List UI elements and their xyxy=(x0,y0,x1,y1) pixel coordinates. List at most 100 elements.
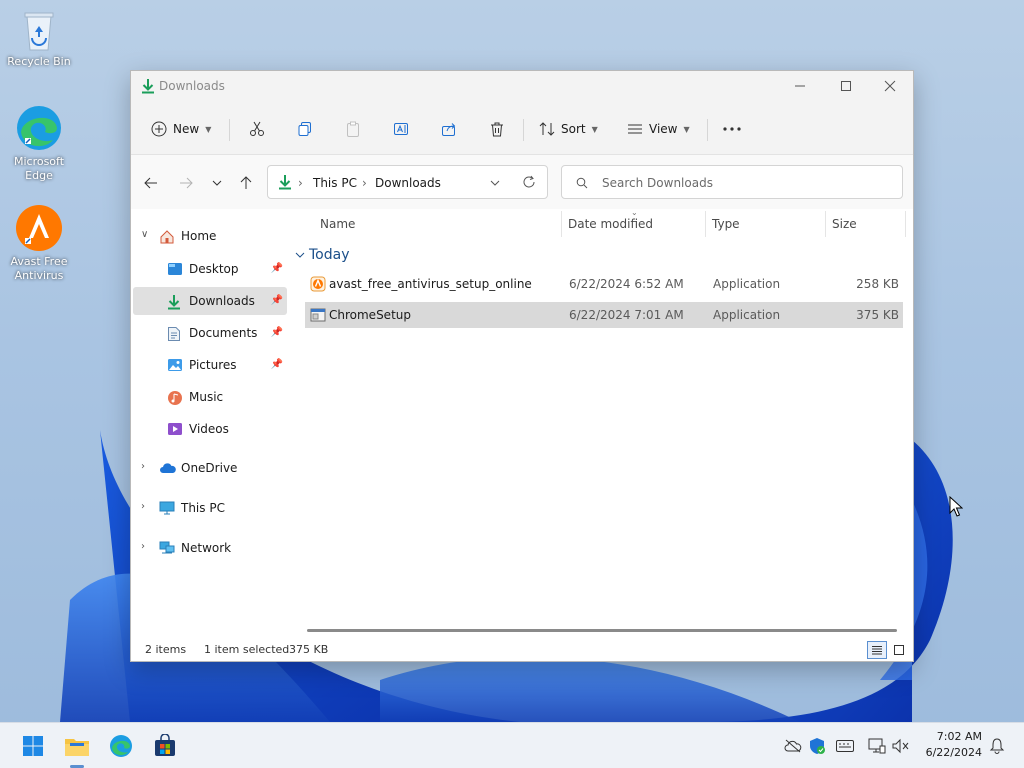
nav-network[interactable]: › Network xyxy=(133,535,287,563)
toolbar-divider xyxy=(523,119,524,141)
tray-volume-muted[interactable] xyxy=(892,737,910,755)
desktop-icon-microsoft-edge[interactable]: Microsoft Edge xyxy=(4,104,74,183)
taskbar-file-explorer[interactable] xyxy=(64,733,90,759)
nav-videos[interactable]: Videos xyxy=(133,415,287,443)
chevron-down-icon[interactable] xyxy=(490,178,500,188)
pin-icon[interactable]: 📌 xyxy=(271,359,283,370)
search-box[interactable]: Search Downloads xyxy=(561,165,903,199)
new-button[interactable]: New ▼ xyxy=(145,115,217,143)
copy-button[interactable] xyxy=(291,115,319,143)
tray-security[interactable] xyxy=(808,737,826,755)
column-divider[interactable] xyxy=(825,211,826,237)
view-list-icon xyxy=(628,124,642,134)
download-icon xyxy=(168,295,180,310)
group-header-today[interactable]: Today xyxy=(295,247,350,263)
forward-button[interactable] xyxy=(174,171,198,195)
column-header-date[interactable]: Date modified xyxy=(568,217,653,231)
sort-indicator-icon: ⌄ xyxy=(631,208,638,217)
minimize-button[interactable] xyxy=(777,71,823,101)
close-button[interactable] xyxy=(867,71,913,101)
clipboard-icon xyxy=(347,121,359,137)
nav-desktop[interactable]: Desktop 📌 xyxy=(133,255,287,283)
cut-button[interactable] xyxy=(243,115,271,143)
download-icon xyxy=(142,79,154,94)
file-type: Application xyxy=(713,308,781,322)
column-header-size[interactable]: Size xyxy=(832,217,857,231)
file-row[interactable]: avast_free_antivirus_setup_online 6/22/2… xyxy=(305,271,903,297)
desktop-icon-recycle-bin[interactable]: Recycle Bin xyxy=(4,8,74,69)
search-input[interactable]: Search Downloads xyxy=(602,176,713,190)
file-row[interactable]: ChromeSetup 6/22/2024 7:01 AM Applicatio… xyxy=(305,302,903,328)
nav-downloads[interactable]: Downloads 📌 xyxy=(133,287,287,315)
title-bar[interactable]: Downloads xyxy=(131,71,913,103)
tray-keyboard[interactable] xyxy=(836,737,854,755)
mouse-cursor-icon xyxy=(949,496,963,517)
music-icon xyxy=(168,391,182,405)
nav-label: Home xyxy=(181,229,217,243)
notification-button[interactable] xyxy=(988,737,1006,755)
more-dots-icon xyxy=(723,127,741,131)
arrow-up-icon xyxy=(240,176,252,189)
chevron-down-icon xyxy=(295,252,305,258)
chevron-right-icon[interactable]: › xyxy=(141,541,145,552)
nav-home[interactable]: ∨ Home xyxy=(133,223,287,251)
breadcrumb-this-pc[interactable]: This PC xyxy=(313,176,357,190)
column-divider[interactable] xyxy=(561,211,562,237)
chevron-right-icon[interactable]: › xyxy=(141,461,145,472)
paste-button[interactable] xyxy=(339,115,367,143)
column-header-name[interactable]: Name xyxy=(320,217,355,231)
pin-icon[interactable]: 📌 xyxy=(271,263,283,274)
nav-documents[interactable]: Documents 📌 xyxy=(133,319,287,347)
nav-label: Downloads xyxy=(189,294,255,308)
column-header-type[interactable]: Type xyxy=(712,217,740,231)
maximize-button[interactable] xyxy=(823,71,869,101)
group-label: Today xyxy=(309,247,350,263)
window-title: Downloads xyxy=(159,79,225,93)
address-input[interactable]: › This PC › Downloads xyxy=(267,165,548,199)
file-name: ChromeSetup xyxy=(329,308,411,322)
cloud-icon xyxy=(160,463,176,473)
nav-this-pc[interactable]: › This PC xyxy=(133,495,287,523)
details-view-button[interactable] xyxy=(867,641,887,659)
back-button[interactable] xyxy=(139,171,163,195)
tray-network[interactable] xyxy=(868,737,886,755)
nav-onedrive[interactable]: › OneDrive xyxy=(133,455,287,483)
sort-button[interactable]: Sort ▼ xyxy=(533,115,604,143)
nav-pictures[interactable]: Pictures 📌 xyxy=(133,351,287,379)
recent-locations-button[interactable] xyxy=(205,171,229,195)
horizontal-scrollbar[interactable] xyxy=(307,629,897,632)
delete-button[interactable] xyxy=(483,115,511,143)
tray-onedrive-offline[interactable] xyxy=(784,737,802,755)
taskbar-store[interactable] xyxy=(152,733,178,759)
download-icon xyxy=(279,175,291,190)
chevron-right-icon[interactable]: › xyxy=(141,501,145,512)
pin-icon[interactable]: 📌 xyxy=(271,327,283,338)
up-button[interactable] xyxy=(234,171,258,195)
share-button[interactable] xyxy=(435,115,463,143)
edge-icon xyxy=(17,106,61,150)
chevron-down-icon[interactable]: ∨ xyxy=(141,229,148,240)
breadcrumb-downloads[interactable]: Downloads xyxy=(375,176,441,190)
start-button[interactable] xyxy=(20,733,46,759)
nav-music[interactable]: Music xyxy=(133,383,287,411)
nav-label: Videos xyxy=(189,422,229,436)
taskbar-edge[interactable] xyxy=(108,733,134,759)
pin-icon[interactable]: 📌 xyxy=(271,295,283,306)
more-options-button[interactable] xyxy=(717,115,747,143)
view-button[interactable]: View ▼ xyxy=(621,115,696,143)
toolbar-divider xyxy=(707,119,708,141)
new-label: New xyxy=(173,122,200,136)
column-divider[interactable] xyxy=(905,211,906,237)
rename-button[interactable] xyxy=(387,115,415,143)
large-icons-view-button[interactable] xyxy=(889,641,909,659)
address-bar-row: › This PC › Downloads Search Downloads xyxy=(131,155,913,209)
maximize-icon xyxy=(841,81,851,91)
column-divider[interactable] xyxy=(705,211,706,237)
desktop-icon-avast[interactable]: Avast Free Antivirus xyxy=(4,204,74,283)
nav-label: Network xyxy=(181,541,232,555)
refresh-icon[interactable] xyxy=(522,175,536,189)
chevron-down-icon xyxy=(212,180,222,186)
desktop-icon-label: Recycle Bin xyxy=(7,55,71,68)
system-clock[interactable]: 7:02 AM 6/22/2024 xyxy=(926,729,982,761)
details-view-icon xyxy=(872,646,882,655)
